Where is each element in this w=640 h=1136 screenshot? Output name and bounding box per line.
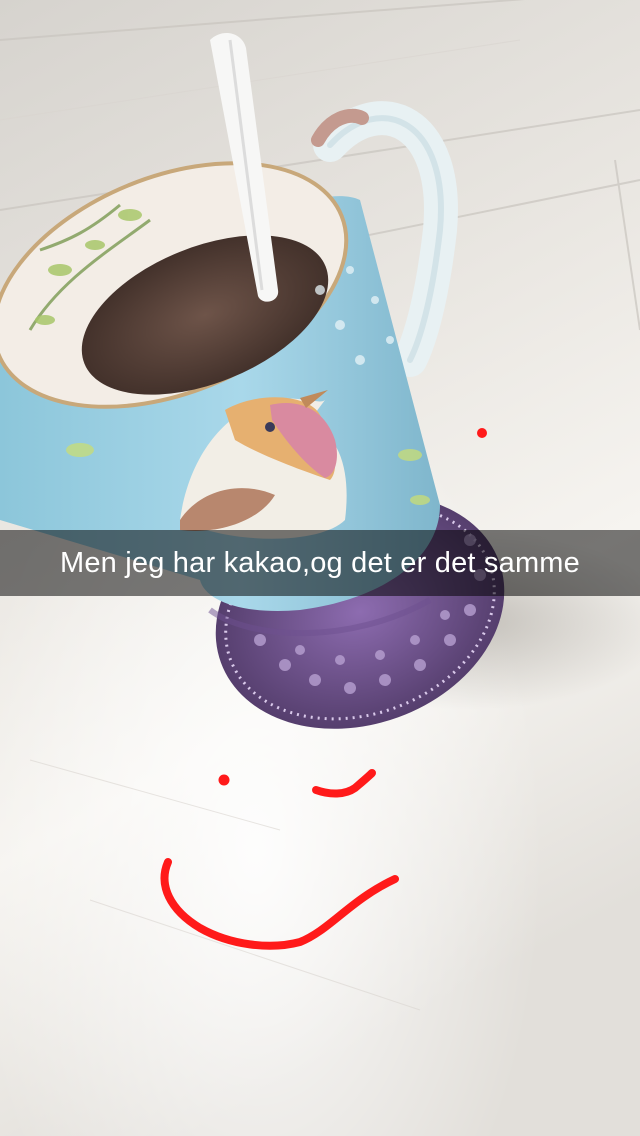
snap-caption-bar[interactable]: Men jeg har kakao,og det er det samme (0, 530, 640, 596)
snap-view[interactable]: Men jeg har kakao,og det er det samme (0, 0, 640, 1136)
snap-caption-text: Men jeg har kakao,og det er det samme (59, 546, 580, 579)
